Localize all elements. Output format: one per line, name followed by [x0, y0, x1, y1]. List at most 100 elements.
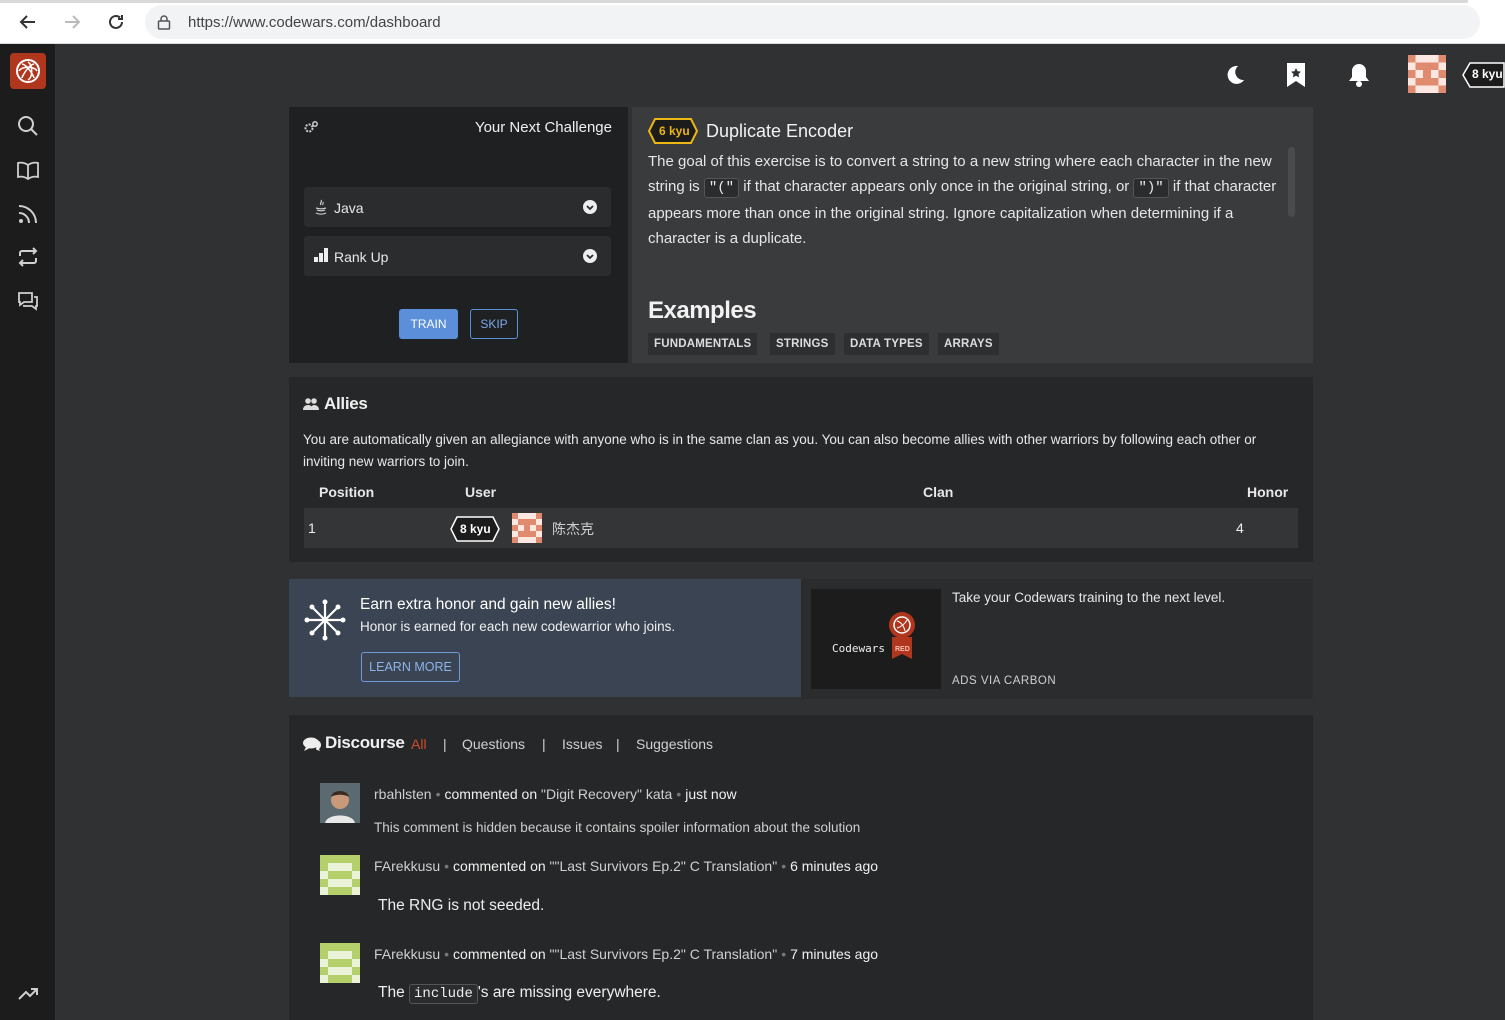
book-icon[interactable] — [16, 158, 40, 182]
commenter-avatar[interactable] — [320, 783, 360, 823]
comment-time: 7 minutes ago — [790, 946, 879, 962]
comment-body-text: 's are missing everywhere. — [477, 984, 661, 1001]
allies-description: You are automatically given an allegianc… — [303, 432, 1257, 469]
notification-bell-icon[interactable] — [1344, 60, 1374, 90]
tab-questions[interactable]: Questions — [462, 736, 525, 752]
starburst-icon — [303, 598, 347, 647]
comment-header: rbahlsten • commented on "Digit Recovery" … — [374, 786, 737, 802]
allies-title: Allies — [324, 394, 368, 413]
row-rank-badge: 8 kyu — [450, 516, 500, 542]
trending-icon[interactable] — [16, 981, 40, 1005]
table-row: 1 8 kyu 陈杰克 4 — [304, 508, 1298, 548]
comment-header: FArekkusu • commented on ""Last Survivors … — [374, 946, 879, 962]
comment-target-link[interactable]: ""Last Survivors Ep.2" C Translation" — [550, 858, 778, 874]
carbon-ad-panel: Codewars RED Take your Codewars training… — [801, 579, 1313, 699]
comment-username[interactable]: rbahlsten — [374, 786, 432, 802]
challenge-title: Your Next Challenge — [474, 119, 612, 136]
kata-description-panel: 6 kyu Duplicate Encoder The goal of this… — [632, 107, 1313, 363]
tag-data-types[interactable]: DATA TYPES — [844, 333, 929, 355]
learn-more-button[interactable]: LEARN MORE — [361, 652, 460, 682]
discourse-title: Discourse — [325, 733, 405, 752]
tab-issues[interactable]: Issues — [562, 736, 602, 752]
dark-mode-moon-icon[interactable] — [1220, 60, 1250, 90]
col-user: User — [465, 484, 497, 500]
comment-username[interactable]: FArekkusu — [374, 946, 440, 962]
tab-separator: | — [542, 736, 546, 752]
chevron-down-icon — [583, 200, 597, 219]
tab-separator: | — [443, 736, 447, 752]
bookmark-icon[interactable] — [1281, 60, 1311, 90]
strategy-select[interactable]: Rank Up — [304, 236, 611, 276]
comment-target-link[interactable]: ""Last Survivors Ep.2" C Translation" — [550, 946, 778, 962]
tab-separator: | — [616, 736, 620, 752]
tag-fundamentals[interactable]: FUNDAMENTALS — [648, 333, 758, 355]
kata-description: The goal of this exercise is to convert … — [648, 149, 1278, 251]
comment-time: just now — [685, 786, 737, 802]
allies-panel: Allies You are automatically given an al… — [289, 377, 1313, 562]
description-scrollbar[interactable] — [1288, 147, 1295, 217]
comment-target-link[interactable]: "Digit Recovery" kata — [541, 786, 672, 802]
chat-icon[interactable] — [16, 289, 40, 313]
col-clan: Clan — [923, 484, 954, 500]
chevron-down-icon — [583, 249, 597, 268]
code-close-paren: ")" — [1133, 178, 1169, 198]
kata-title[interactable]: Duplicate Encoder — [706, 121, 853, 142]
col-position: Position — [319, 484, 375, 500]
comment-body-text: The — [378, 984, 405, 1001]
header-rank-badge: 8 kyu — [1462, 62, 1505, 88]
rank-bars-icon — [314, 248, 329, 267]
reload-icon[interactable] — [104, 10, 128, 34]
comment-action: commented on — [453, 946, 546, 962]
row-rank-text: 8 kyu — [460, 522, 491, 536]
language-select[interactable]: Java — [304, 187, 611, 227]
header-rank-text: 8 kyu — [1472, 67, 1503, 81]
sidebar — [0, 44, 55, 1020]
referral-promo-panel: Earn extra honor and gain new allies! Ho… — [289, 579, 801, 697]
forward-icon[interactable] — [60, 10, 84, 34]
language-value: Java — [334, 200, 364, 216]
comment-action: commented on — [444, 786, 538, 802]
tab-suggestions[interactable]: Suggestions — [636, 736, 713, 752]
tab-all[interactable]: All — [411, 736, 427, 752]
kata-rank-badge: 6 kyu — [648, 118, 698, 144]
row-username[interactable]: 陈杰克 — [552, 519, 594, 539]
kata-rank-text: 6 kyu — [659, 124, 690, 138]
comment-username[interactable]: FArekkusu — [374, 858, 440, 874]
comment-body: The include's are missing everywhere. — [378, 984, 661, 1004]
search-icon[interactable] — [16, 114, 40, 138]
tab-strip-edge — [0, 0, 1468, 3]
java-icon — [314, 199, 328, 220]
commenter-avatar[interactable] — [320, 943, 360, 983]
commenter-avatar[interactable] — [320, 855, 360, 895]
user-avatar[interactable] — [1408, 55, 1446, 93]
skip-button[interactable]: SKIP — [470, 309, 518, 339]
back-icon[interactable] — [16, 10, 40, 34]
examples-heading: Examples — [648, 297, 757, 324]
discourse-panel: Discourse All | Questions | Issues | Sug… — [289, 715, 1313, 1020]
promo-title: Earn extra honor and gain new allies! — [360, 596, 616, 613]
train-button[interactable]: TRAIN — [399, 309, 458, 339]
comment-body: This comment is hidden because it contai… — [374, 820, 861, 835]
ribbon-badge-icon — [887, 611, 917, 666]
ad-text[interactable]: Take your Codewars training to the next … — [952, 590, 1225, 605]
address-bar[interactable]: https://www.codewars.com/dashboard — [145, 5, 1480, 39]
feed-icon[interactable] — [16, 202, 40, 226]
ad-brand-text: Codewars — [832, 642, 885, 655]
settings-gear-icon[interactable] — [303, 120, 319, 141]
ad-image[interactable]: Codewars RED — [811, 589, 941, 689]
row-user-avatar[interactable] — [512, 513, 542, 543]
comment-body-code: include — [409, 984, 478, 1004]
ad-badge-text: RED — [895, 646, 910, 653]
promo-subtitle: Honor is earned for each new codewarrior… — [360, 619, 676, 634]
tag-strings[interactable]: STRINGS — [770, 333, 835, 355]
ads-via-carbon[interactable]: ADS VIA CARBON — [952, 675, 1056, 687]
comments-icon — [303, 737, 321, 756]
url-text: https://www.codewars.com/dashboard — [188, 14, 441, 31]
row-position: 1 — [308, 520, 316, 536]
comment-body: The RNG is not seeded. — [378, 897, 545, 914]
codewars-logo-icon[interactable] — [10, 53, 46, 89]
browser-toolbar: https://www.codewars.com/dashboard — [0, 0, 1505, 44]
tag-arrays[interactable]: ARRAYS — [938, 333, 999, 355]
lock-icon — [157, 14, 171, 35]
repeat-icon[interactable] — [16, 245, 40, 269]
